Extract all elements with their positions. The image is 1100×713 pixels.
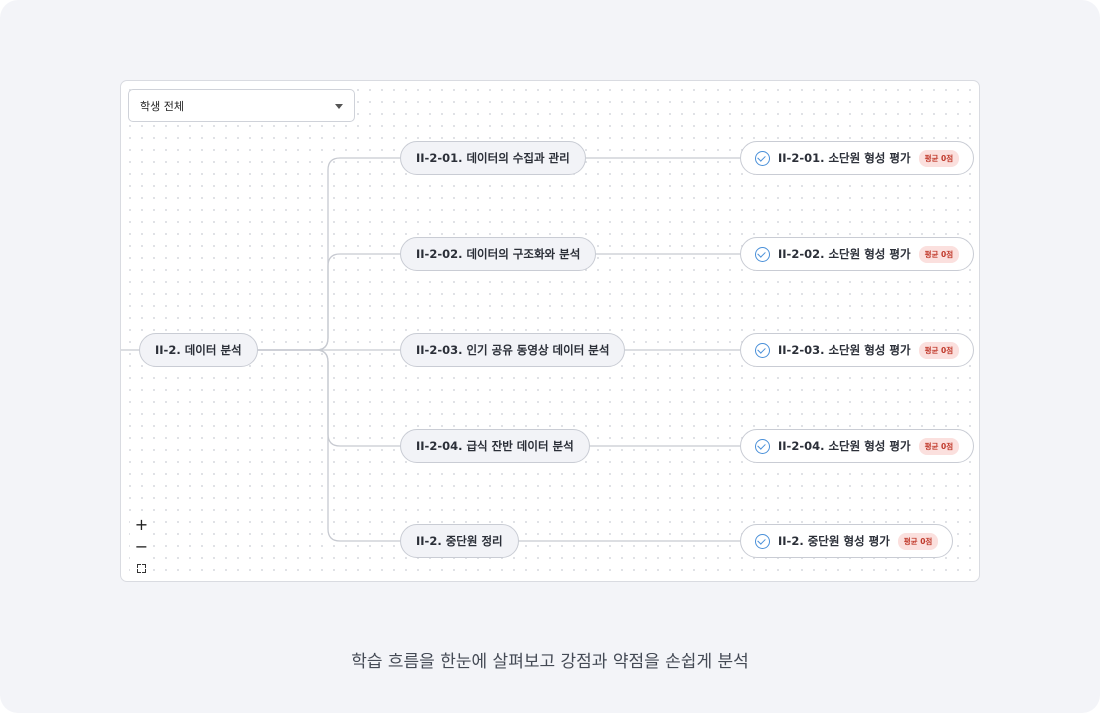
check-circle-icon <box>755 533 770 549</box>
eval-node-label: II-2-01. 소단원 형성 평가 <box>778 151 911 165</box>
feature-caption: 학습 흐름을 한눈에 살펴보고 강점과 약점을 손쉽게 분석 <box>351 652 749 672</box>
plus-icon: + <box>134 514 149 534</box>
eval-node-label: II-2. 중단원 형성 평가 <box>778 534 890 548</box>
score-badge: 평균 0점 <box>897 532 939 550</box>
zoom-out-button[interactable]: − <box>130 535 153 558</box>
edge-root-unit-2 <box>256 253 400 351</box>
student-filter-value: 학생 전체 <box>140 99 184 113</box>
score-badge: 평균 0점 <box>918 149 960 167</box>
student-filter-select[interactable]: 학생 전체 <box>128 89 355 122</box>
check-circle-icon <box>755 438 770 454</box>
score-badge: 평균 0점 <box>918 437 960 455</box>
eval-node-label: II-2-03. 소단원 형성 평가 <box>778 343 911 357</box>
unit-node-label: II-2-04. 급식 잔반 데이터 분석 <box>416 439 574 453</box>
unit-node-label: II-2-03. 인기 공유 동영상 데이터 분석 <box>416 343 610 357</box>
eval-node-1[interactable]: II-2-01. 소단원 형성 평가 평균 0점 <box>740 141 975 175</box>
unit-node-4[interactable]: II-2-04. 급식 잔반 데이터 분석 <box>400 429 590 463</box>
fit-view-button[interactable] <box>130 557 153 579</box>
unit-node-label: II-2-02. 데이터의 구조화와 분석 <box>416 247 581 261</box>
unit-node-1[interactable]: II-2-01. 데이터의 수집과 관리 <box>400 141 586 175</box>
feature-card: 학생 전체 II-2. 데이터 분석 II-2-01. 데이터의 수집과 관리 … <box>0 0 1100 713</box>
chevron-down-icon <box>335 104 343 109</box>
eval-node-4[interactable]: II-2-04. 소단원 형성 평가 평균 0점 <box>740 429 975 463</box>
unit-node-2[interactable]: II-2-02. 데이터의 구조화와 분석 <box>400 237 597 271</box>
fit-view-icon <box>137 563 146 573</box>
check-circle-icon <box>755 246 770 262</box>
eval-node-label: II-2-02. 소단원 형성 평가 <box>778 247 911 261</box>
zoom-in-button[interactable]: + <box>130 513 153 536</box>
unit-node-label: II-2-01. 데이터의 수집과 관리 <box>416 151 570 165</box>
eval-node-3[interactable]: II-2-03. 소단원 형성 평가 평균 0점 <box>740 333 975 367</box>
check-circle-icon <box>755 150 770 166</box>
unit-node-label: II-2. 중단원 정리 <box>416 534 503 548</box>
check-circle-icon <box>755 342 770 358</box>
score-badge: 평균 0점 <box>918 341 960 359</box>
minus-icon: − <box>134 536 149 556</box>
eval-node-label: II-2-04. 소단원 형성 평가 <box>778 439 911 453</box>
root-node[interactable]: II-2. 데이터 분석 <box>139 333 258 367</box>
unit-node-3[interactable]: II-2-03. 인기 공유 동영상 데이터 분석 <box>400 333 626 367</box>
root-node-label: II-2. 데이터 분석 <box>155 343 242 357</box>
eval-node-2[interactable]: II-2-02. 소단원 형성 평가 평균 0점 <box>740 237 975 271</box>
eval-node-5[interactable]: II-2. 중단원 형성 평가 평균 0점 <box>740 524 954 558</box>
score-badge: 평균 0점 <box>918 245 960 263</box>
flow-canvas[interactable]: 학생 전체 II-2. 데이터 분석 II-2-01. 데이터의 수집과 관리 … <box>120 80 980 582</box>
unit-node-5[interactable]: II-2. 중단원 정리 <box>400 524 519 558</box>
